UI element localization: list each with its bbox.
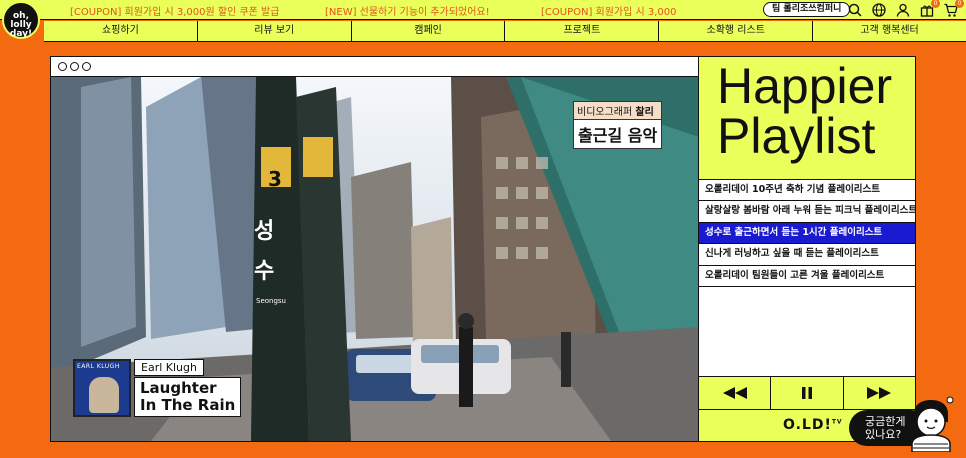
- song-title: Laughter In The Rain: [134, 377, 242, 417]
- nav-item-happiness-list[interactable]: 소확행 리스트: [659, 21, 814, 41]
- playlist-item[interactable]: 살랑살랑 봄바람 아래 누워 듣는 피크닉 플레이리스트: [699, 201, 915, 223]
- album-cover: EARL KLUGH: [73, 359, 131, 417]
- player-controls: [699, 376, 915, 410]
- video-caption: 비디오그래퍼 찰리 출근길 음악: [573, 101, 663, 149]
- album-portrait: [89, 377, 119, 413]
- playlist-item[interactable]: 오롤리데이 팀원들이 고른 겨울 플레이리스트: [699, 265, 915, 287]
- window-titlebar: [51, 57, 699, 77]
- announcement-marquee[interactable]: [COUPON] 회원가입 시 3,000원 할인 쿠폰 발급 [NEW] 선물…: [44, 3, 684, 17]
- playlist-hero: Happier Playlist: [699, 57, 915, 180]
- team-company-button[interactable]: 팀 롤리조쓰컴퍼니: [763, 2, 851, 17]
- window-dot-icon: [58, 62, 67, 71]
- nav-item-project[interactable]: 프로젝트: [505, 21, 660, 41]
- video-player[interactable]: 3 성 수 Seongsu 비디오그래퍼 찰리 출근길 음악 EARL KLUG…: [51, 77, 699, 441]
- window-dot-icon: [70, 62, 79, 71]
- song-title-line: Laughter: [140, 379, 217, 397]
- videographer-label: 비디오그래퍼 찰리: [574, 102, 662, 120]
- mascot-icon[interactable]: [906, 396, 956, 452]
- marquee-item[interactable]: [COUPON] 회원가입 시 3,000원 할인 쿠폰 발급: [70, 3, 279, 17]
- wishlist-count-badge: 0: [931, 0, 940, 8]
- sign-number: 3: [268, 167, 282, 191]
- album-title: EARL KLUGH: [77, 363, 120, 370]
- globe-icon[interactable]: [871, 2, 887, 18]
- nav-item-campaign[interactable]: 캠페인: [352, 21, 506, 41]
- rewind-icon: [722, 387, 747, 399]
- user-icon[interactable]: [895, 2, 911, 18]
- wishlist-button[interactable]: 0: [919, 0, 940, 18]
- sign-station-text: 성 수: [254, 219, 275, 284]
- main-nav: 쇼핑하기 리뷰 보기 캠페인 프로젝트 소확행 리스트 고객 행복센터: [44, 21, 966, 42]
- song-title-line: In The Rain: [140, 396, 236, 414]
- sign-station-sub: Seongsu: [256, 297, 286, 305]
- artist-name: Earl Klugh: [134, 359, 204, 376]
- cart-button[interactable]: 0: [943, 0, 964, 18]
- search-icon[interactable]: [847, 2, 863, 18]
- video-title: 출근길 음악: [578, 126, 658, 145]
- pause-icon: [801, 387, 812, 399]
- brand-logo[interactable]: oh, lolly day!: [2, 1, 40, 39]
- nav-item-shopping[interactable]: 쇼핑하기: [44, 21, 198, 41]
- playlist-item-active[interactable]: 성수로 출근하면서 듣는 1시간 플레이리스트: [699, 222, 915, 245]
- cart-count-badge: 0: [955, 0, 964, 8]
- playlist-item[interactable]: 신나게 러닝하고 싶을 때 듣는 플레이리스트: [699, 244, 915, 266]
- window-dot-icon: [82, 62, 91, 71]
- playlist-item[interactable]: 오롤리데이 10주년 축하 기념 플레이리스트: [699, 180, 915, 202]
- next-button[interactable]: [844, 377, 915, 409]
- oldtv-logo: O.LD!TV: [783, 417, 843, 433]
- logo-text: day!: [9, 29, 33, 39]
- pause-button[interactable]: [771, 377, 844, 409]
- videographer-name: 찰리: [635, 107, 654, 118]
- nav-item-reviews[interactable]: 리뷰 보기: [198, 21, 352, 41]
- oldtv-brand-sup: TV: [831, 418, 843, 426]
- playlist-panel: Happier Playlist 오롤리데이 10주년 축하 기념 플레이리스트…: [699, 57, 915, 441]
- marquee-item[interactable]: [NEW] 선물하기 기능이 추가되었어요!: [325, 3, 490, 17]
- top-bar: [COUPON] 회원가입 시 3,000원 할인 쿠폰 발급 [NEW] 선물…: [0, 0, 966, 20]
- playlist-list: 오롤리데이 10주년 축하 기념 플레이리스트 살랑살랑 봄바람 아래 누워 듣…: [699, 180, 915, 287]
- videographer-prefix: 비디오그래퍼: [577, 107, 636, 118]
- marquee-item[interactable]: [COUPON] 회원가입 시 3,000: [541, 3, 677, 17]
- player-frame: 3 성 수 Seongsu 비디오그래퍼 찰리 출근길 음악 EARL KLUG…: [50, 56, 916, 442]
- playlist-heading-line: Playlist: [717, 108, 876, 164]
- previous-button[interactable]: [699, 377, 772, 409]
- nav-item-customer-center[interactable]: 고객 행복센터: [813, 21, 966, 41]
- fast-forward-icon: [867, 387, 892, 399]
- playlist-heading-line: Happier: [717, 58, 893, 114]
- oldtv-brand: O.LD!: [783, 417, 832, 433]
- playlist-heading: Happier Playlist: [717, 61, 892, 161]
